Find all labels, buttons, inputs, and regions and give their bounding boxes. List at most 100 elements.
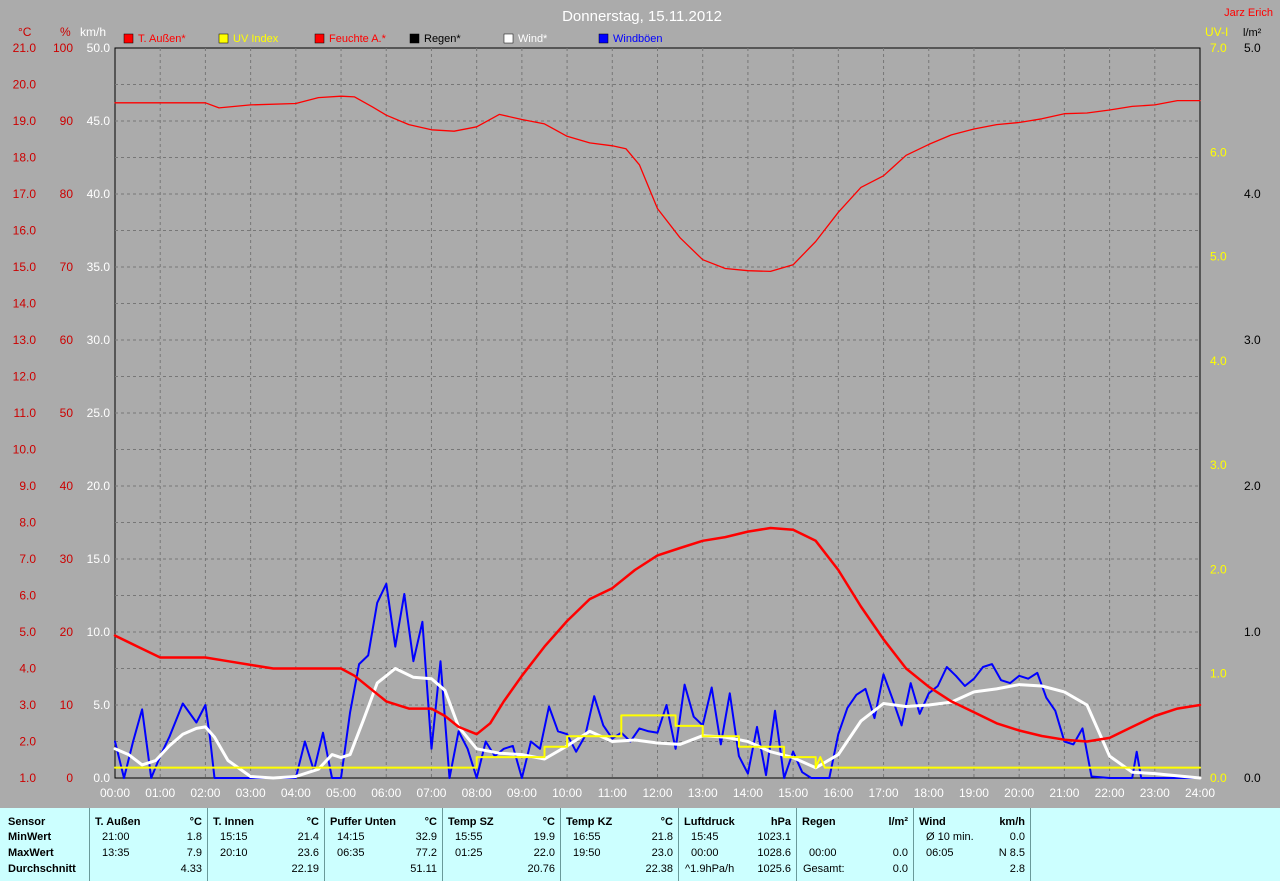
author-label: Jarz Erich — [1224, 7, 1273, 19]
stats-min-time: 21:00 — [102, 831, 130, 843]
x-axis-tick: 17:00 — [869, 786, 899, 800]
stats-avg-value: 1025.6 — [757, 863, 791, 875]
unit-rain: l/m² — [1243, 27, 1262, 39]
legend-swatch-gust — [598, 33, 609, 44]
temp-axis-tick: 12.0 — [13, 370, 37, 384]
temp-axis-tick: 13.0 — [13, 333, 37, 347]
hum-axis-tick: 100 — [53, 41, 73, 55]
x-axis-tick: 08:00 — [462, 786, 492, 800]
stats-avg-value: 22.38 — [645, 863, 673, 875]
rain-axis-tick: 2.0 — [1244, 479, 1261, 493]
stats-avg-value: 4.33 — [180, 863, 202, 875]
stats-column: Regen l/m² 00:00 0.0 Gesamt: 0.0 — [796, 808, 914, 881]
wind-axis-tick: 0.0 — [93, 771, 110, 785]
wind-axis-tick: 10.0 — [87, 625, 111, 639]
stats-column: T. Außen °C 21:00 1.8 13:35 7.9 4.33 — [89, 808, 208, 881]
stats-min-time: 15:45 — [691, 831, 719, 843]
stats-min-value: 0.0 — [1009, 831, 1025, 843]
stats-column: Temp SZ °C 15:55 19.9 01:25 22.0 20.76 — [442, 808, 561, 881]
uv-axis-tick: 5.0 — [1210, 250, 1227, 264]
x-axis-tick: 11:00 — [598, 786, 627, 800]
temp-axis-tick: 7.0 — [19, 552, 36, 566]
stats-avg-value: 0.0 — [892, 863, 908, 875]
hum-axis-tick: 20 — [60, 625, 74, 639]
x-axis-tick: 12:00 — [642, 786, 672, 800]
x-axis-tick: 16:00 — [823, 786, 853, 800]
stats-avg-value: 20.76 — [527, 863, 555, 875]
stats-max-time: 13:35 — [102, 847, 130, 859]
x-axis-tick: 19:00 — [959, 786, 989, 800]
stats-max-value: 77.2 — [415, 847, 437, 859]
legend-label-uv: UV Index — [233, 33, 279, 45]
temp-axis-tick: 10.0 — [13, 443, 37, 457]
stats-labels-column: Sensor MinWert MaxWert Durchschnitt — [0, 808, 89, 881]
uv-axis-tick: 6.0 — [1210, 145, 1227, 159]
stats-min-label: MinWert — [8, 831, 52, 843]
legend-swatch-hum — [314, 33, 325, 44]
wind-axis-tick: 40.0 — [87, 187, 111, 201]
stats-avg-value: 51.11 — [410, 863, 437, 875]
stats-group-unit: °C — [542, 816, 555, 828]
rain-axis-tick: 4.0 — [1244, 187, 1261, 201]
x-axis-tick: 10:00 — [552, 786, 582, 800]
stats-max-value: 23.0 — [651, 847, 673, 859]
temp-axis-tick: 11.0 — [14, 406, 37, 420]
temp-axis-tick: 20.0 — [13, 78, 37, 92]
stats-max-time: 00:00 — [691, 847, 719, 859]
uv-axis-tick: 2.0 — [1210, 562, 1227, 576]
stats-group-name: Luftdruck — [684, 816, 735, 828]
stats-max-time: 00:00 — [809, 847, 837, 859]
statistics-panel: Sensor MinWert MaxWert Durchschnitt T. Außen… — [0, 808, 1280, 881]
hum-axis-tick: 40 — [60, 479, 74, 493]
legend-swatch-wind — [503, 33, 514, 44]
temp-axis-tick: 17.0 — [13, 187, 37, 201]
stats-min-time: 14:15 — [337, 831, 365, 843]
stats-min-time: 15:15 — [220, 831, 248, 843]
x-axis-tick: 18:00 — [914, 786, 944, 800]
stats-avg-label: Durchschnitt — [8, 863, 76, 875]
wind-axis-tick: 50.0 — [87, 41, 111, 55]
stats-column: Temp KZ °C 16:55 21.8 19:50 23.0 22.38 — [560, 808, 679, 881]
temp-axis-tick: 15.0 — [13, 260, 37, 274]
stats-avg-value: 2.8 — [1009, 863, 1025, 875]
stats-max-time: 01:25 — [455, 847, 483, 859]
stats-max-time: 06:05 — [926, 847, 954, 859]
legend-swatch-temp — [123, 33, 134, 44]
temp-axis-tick: 18.0 — [13, 151, 37, 165]
x-axis-tick: 00:00 — [100, 786, 130, 800]
stats-min-value: 19.9 — [533, 831, 555, 843]
rain-axis-tick: 1.0 — [1244, 625, 1261, 639]
stats-max-time: 06:35 — [337, 847, 365, 859]
stats-max-value: N 8.5 — [998, 847, 1025, 859]
stats-avg-time: Gesamt: — [803, 863, 845, 875]
unit-uv: UV-I — [1205, 25, 1228, 39]
stats-max-time: 19:50 — [573, 847, 601, 859]
x-axis-tick: 20:00 — [1004, 786, 1034, 800]
stats-max-label: MaxWert — [8, 847, 54, 859]
stats-min-value: 1.8 — [186, 831, 202, 843]
unit-wind: km/h — [80, 25, 106, 39]
uv-axis-tick: 1.0 — [1210, 667, 1227, 681]
x-axis-tick: 21:00 — [1049, 786, 1079, 800]
x-axis-tick: 23:00 — [1140, 786, 1170, 800]
x-axis-tick: 04:00 — [281, 786, 311, 800]
wind-axis-tick: 5.0 — [93, 698, 110, 712]
x-axis-tick: 01:00 — [145, 786, 175, 800]
stats-group-unit: °C — [660, 816, 673, 828]
stats-max-time: 20:10 — [220, 847, 248, 859]
temp-axis-tick: 19.0 — [13, 114, 37, 128]
legend-label-hum: Feuchte A.* — [329, 33, 387, 45]
stats-header-label: Sensor — [8, 816, 46, 828]
legend-label-wind: Wind* — [518, 33, 548, 45]
stats-group-name: Wind — [919, 816, 946, 828]
wind-axis-tick: 15.0 — [87, 552, 111, 566]
legend-label-rain: Regen* — [424, 33, 461, 45]
hum-axis-tick: 30 — [60, 552, 74, 566]
legend-swatch-rain — [409, 33, 420, 44]
temp-axis-tick: 6.0 — [19, 589, 36, 603]
stats-group-unit: l/m² — [888, 816, 908, 828]
stats-column: Wind km/h Ø 10 min. 0.0 06:05 N 8.5 2.8 — [913, 808, 1031, 881]
stats-column: Puffer Unten °C 14:15 32.9 06:35 77.2 51.11 — [324, 808, 443, 881]
uv-axis-tick: 0.0 — [1210, 771, 1227, 785]
stats-group-name: T. Außen — [95, 816, 141, 828]
